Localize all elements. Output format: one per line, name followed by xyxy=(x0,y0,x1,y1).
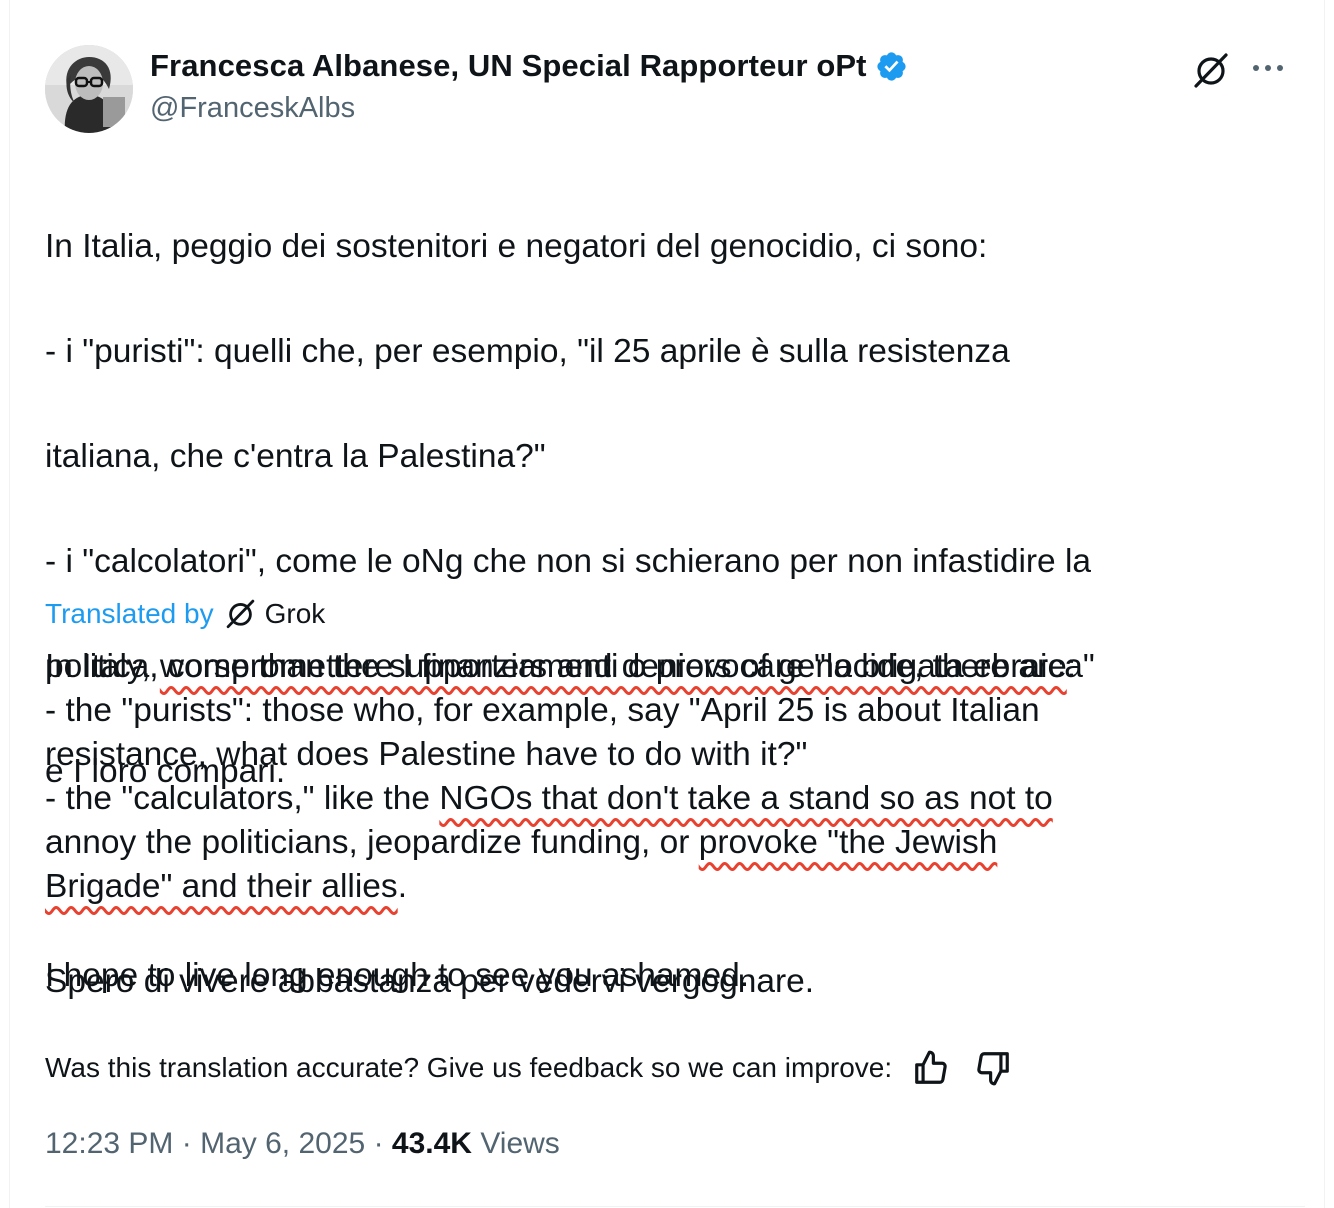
tweet-meta: 12:23 PM · May 6, 2025 · 43.4K Views xyxy=(45,1127,560,1161)
avatar-photo xyxy=(45,45,133,133)
meta-separator: · xyxy=(181,1127,192,1160)
divider xyxy=(45,1206,1305,1207)
avatar[interactable] xyxy=(45,45,133,133)
highlighted-phrase: worse than the supporters and deniers of… xyxy=(159,648,1067,685)
tweet-date[interactable]: May 6, 2025 xyxy=(200,1127,365,1160)
translation-line: annoy the politicians, jeopardize fundin… xyxy=(45,821,1295,865)
original-line: - i "puristi": quelli che, per esempio, … xyxy=(45,332,1010,370)
tweet-translation: In Italy, worse than the supporters and … xyxy=(45,645,1295,998)
translation-feedback: Was this translation accurate? Give us f… xyxy=(45,1049,1012,1087)
original-line: italiana, che c'entra la Palestina?" xyxy=(45,437,546,475)
translation-line: - the "purists": those who, for example,… xyxy=(45,692,1040,729)
translation-text: : xyxy=(1066,648,1077,685)
translation-line: In Italy, worse than the supporters and … xyxy=(45,645,1295,689)
highlighted-phrase: provoke "the Jewish xyxy=(698,824,998,861)
translation-text: annoy the politicians, jeopardize fundin… xyxy=(45,824,699,861)
original-line: - i "calcolatori", come le oNg che non s… xyxy=(45,542,1092,580)
translation-text: . xyxy=(397,868,407,905)
more-options-icon[interactable] xyxy=(1249,56,1287,80)
meta-separator: · xyxy=(373,1127,384,1160)
translation-line: - the "calculators," like the NGOs that … xyxy=(45,777,1295,821)
highlighted-phrase: Brigade" and their allies xyxy=(45,868,398,905)
display-name-text[interactable]: Francesca Albanese, UN Special Rapporteu… xyxy=(150,48,867,84)
verified-badge-icon[interactable] xyxy=(875,50,908,83)
display-name[interactable]: Francesca Albanese, UN Special Rapporteu… xyxy=(150,48,908,84)
feedback-question: Was this translation accurate? Give us f… xyxy=(45,1052,893,1083)
translation-closing: I hope to live long enough to see you as… xyxy=(45,957,750,994)
views-label: Views xyxy=(480,1127,560,1160)
translation-line: resistance, what does Palestine have to … xyxy=(45,736,808,773)
thumbs-down-icon[interactable] xyxy=(974,1049,1012,1087)
grok-icon[interactable] xyxy=(1191,50,1231,90)
user-handle[interactable]: @FranceskAlbs xyxy=(150,92,355,125)
views-count: 43.4K xyxy=(391,1127,472,1160)
highlighted-phrase: NGOs that don't take a stand so as not t… xyxy=(439,780,1053,817)
translation-text: - the "calculators," like the xyxy=(45,780,440,817)
translated-by: Translated by Grok xyxy=(45,597,325,630)
translation-text: In Italy, xyxy=(45,648,160,685)
translation-provider: Grok xyxy=(264,597,326,629)
translation-line: Brigade" and their allies. xyxy=(45,865,1295,909)
tweet-time[interactable]: 12:23 PM xyxy=(45,1127,173,1160)
thumbs-up-icon[interactable] xyxy=(912,1049,950,1087)
translated-by-link[interactable]: Translated by xyxy=(45,598,214,630)
original-line: In Italia, peggio dei sostenitori e nega… xyxy=(45,227,988,265)
grok-icon xyxy=(226,599,254,629)
